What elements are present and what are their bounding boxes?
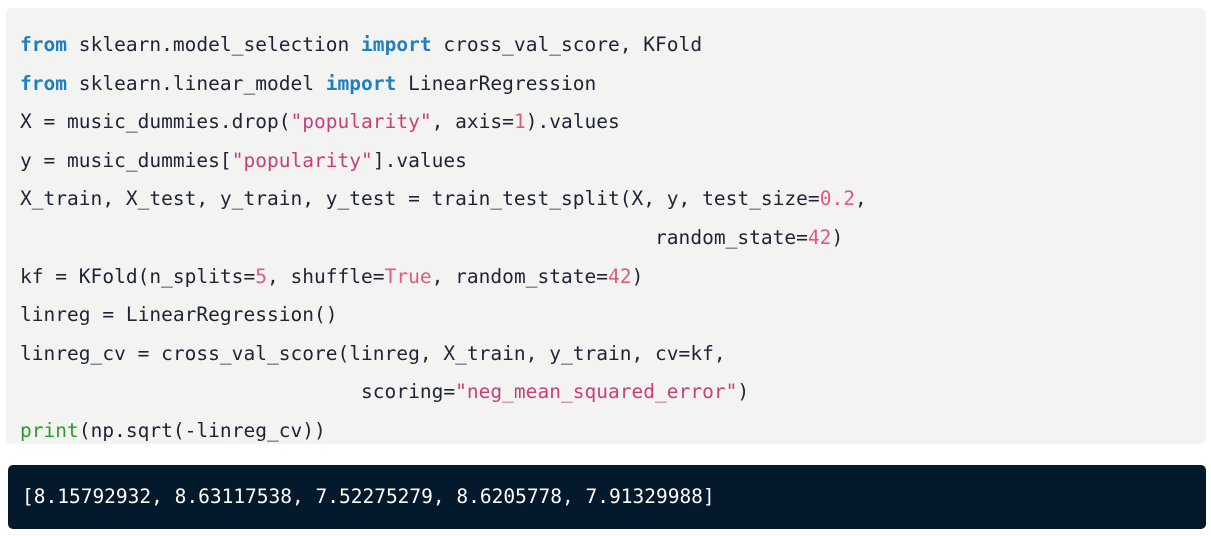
code-line-4: y = music_dummies["popularity"].values [20,142,1206,181]
code-keyword: import [325,71,397,95]
code-text: random_state= [20,225,808,249]
output-text: [8.15792932, 8.63117538, 7.52275279, 8.6… [22,485,715,508]
code-line-9: linreg_cv = cross_val_score(linreg, X_tr… [20,335,1206,374]
code-text: , random_state= [431,264,609,288]
code-line-3: X = music_dummies.drop("popularity", axi… [20,103,1206,142]
code-text: linreg_cv = cross_val_score(linreg, X_tr… [20,341,726,365]
code-text: , [854,187,867,211]
code-text: ].values [372,148,467,172]
code-text: , axis= [431,110,514,134]
code-line-1: from sklearn.model_selection import cros… [20,26,1206,65]
code-boolean: True [384,264,432,288]
code-text: ) [631,264,644,288]
code-line-6: random_state=42) [20,219,1206,258]
code-keyword: from [20,71,68,95]
code-text: y = music_dummies[ [20,148,232,172]
code-builtin-function: print [20,418,79,442]
code-text: sklearn.linear_model [67,71,326,95]
code-number: 0.2 [819,187,855,211]
code-number: 42 [608,264,632,288]
code-keyword: from [20,33,68,56]
code-text: sklearn.model_selection [67,33,362,56]
code-text: LinearRegression [396,71,597,95]
code-text: X = music_dummies.drop( [20,110,291,134]
code-line-8: linreg = LinearRegression() [20,296,1206,335]
code-text: (np.sqrt(-linreg_cv)) [78,418,326,442]
code-line-5: X_train, X_test, y_train, y_test = train… [20,180,1206,219]
code-string: "neg_mean_squared_error" [455,380,738,404]
code-text: cross_val_score, KFold [431,33,703,56]
code-text: kf = KFold(n_splits= [20,264,256,288]
code-text: scoring= [20,380,456,404]
code-number: 5 [255,264,267,288]
code-text: , shuffle= [266,264,385,288]
code-text: ).values [525,110,620,134]
code-string: "popularity" [231,148,373,172]
code-line-2: from sklearn.linear_model import LinearR… [20,65,1206,104]
code-text: linreg = LinearRegression() [20,303,338,327]
output-block: [8.15792932, 8.63117538, 7.52275279, 8.6… [8,465,1206,529]
code-line-7: kf = KFold(n_splits=5, shuffle=True, ran… [20,258,1206,297]
code-line-10: scoring="neg_mean_squared_error") [20,373,1206,412]
code-string: "popularity" [290,110,432,134]
code-line-11: print(np.sqrt(-linreg_cv)) [20,412,1206,451]
code-text: X_train, X_test, y_train, y_test = train… [20,187,820,211]
code-text: ) [737,380,750,404]
code-number: 1 [513,110,526,134]
code-number: 42 [807,225,832,249]
code-keyword: import [361,33,432,56]
code-text: ) [831,225,844,249]
code-block: from sklearn.model_selection import cros… [6,8,1206,444]
